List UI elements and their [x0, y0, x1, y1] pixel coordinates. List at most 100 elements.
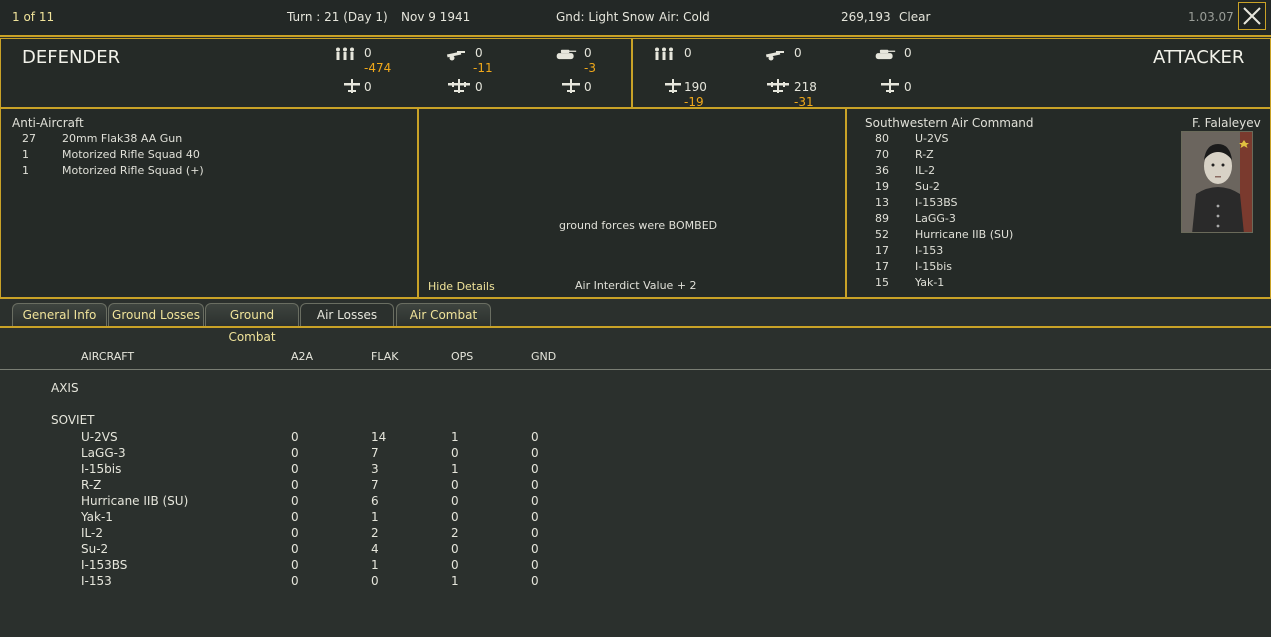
- defender-tanks-loss: -3: [584, 61, 596, 75]
- weather-label: Clear: [899, 10, 931, 24]
- bomber-icon: [448, 79, 470, 93]
- cell-name: U-2VS: [81, 430, 118, 444]
- attacker-summary-panel: 0 0 0 ATTACKER 190 -19 218 -31 0: [632, 38, 1271, 109]
- column-header-ops: OPS: [451, 350, 474, 363]
- cell-name: Yak-1: [81, 510, 113, 524]
- cell-name: R-Z: [81, 478, 102, 492]
- section-soviet: SOVIET: [51, 413, 95, 427]
- cell-a2a: 0: [291, 526, 299, 540]
- tab-ground-losses[interactable]: Ground Losses: [108, 303, 204, 326]
- cell-a2a: 0: [291, 510, 299, 524]
- table-row[interactable]: LaGG-3 0 7 0 0: [0, 446, 1271, 462]
- tab-divider: [0, 326, 1271, 328]
- attacker-fighters: 190: [684, 80, 707, 94]
- unit-count: 17: [875, 244, 889, 257]
- unit-count: 70: [875, 148, 889, 161]
- unit-name: U-2VS: [915, 132, 949, 145]
- tab-ground-combat[interactable]: Ground Combat: [205, 303, 299, 344]
- table-row[interactable]: I-15bis 0 3 1 0: [0, 462, 1271, 478]
- cell-a2a: 0: [291, 462, 299, 476]
- cell-ops: 0: [451, 446, 459, 460]
- version-label: 1.03.07: [1188, 10, 1234, 24]
- tank-icon: [875, 49, 896, 60]
- cell-gnd: 0: [531, 494, 539, 508]
- cell-gnd: 0: [531, 446, 539, 460]
- cell-ops: 0: [451, 558, 459, 572]
- unit-name: Su-2: [915, 180, 940, 193]
- column-header-gnd: GND: [531, 350, 557, 363]
- column-header-aircraft: AIRCRAFT: [81, 350, 135, 363]
- unit-name: Motorized Rifle Squad 40: [62, 148, 200, 161]
- attacker-title: ATTACKER: [1153, 47, 1245, 68]
- tab-air-combat[interactable]: Air Combat: [396, 303, 491, 326]
- table-row[interactable]: IL-2 0 2 2 0: [0, 526, 1271, 542]
- attacker-fighters-loss: -19: [684, 95, 704, 109]
- air-condition: Air: Cold: [659, 10, 710, 24]
- ground-condition: Gnd: Light Snow: [556, 10, 655, 24]
- header-divider: [0, 369, 1271, 370]
- unit-count: 15: [875, 276, 889, 289]
- cell-ops: 0: [451, 510, 459, 524]
- unit-count: 19: [875, 180, 889, 193]
- attacker-bombers-loss: -31: [794, 95, 814, 109]
- attacker-men: 0: [684, 46, 692, 60]
- column-header-a2a: A2A: [291, 350, 314, 363]
- cell-ops: 2: [451, 526, 459, 540]
- table-row[interactable]: R-Z 0 7 0 0: [0, 478, 1271, 494]
- table-row[interactable]: U-2VS 0 14 1 0: [0, 430, 1271, 446]
- unit-name: LaGG-3: [915, 212, 956, 225]
- table-row[interactable]: Yak-1 0 1 0 0: [0, 510, 1271, 526]
- tab-general-info[interactable]: General Info: [12, 303, 107, 326]
- table-row[interactable]: Su-2 0 4 0 0: [0, 542, 1271, 558]
- cell-a2a: 0: [291, 574, 299, 588]
- cell-ops: 1: [451, 574, 459, 588]
- cell-flak: 7: [371, 478, 379, 492]
- combat-message-panel: ground forces were BOMBED Hide Details A…: [418, 108, 846, 298]
- unit-count: 13: [875, 196, 889, 209]
- plane-icon: [881, 79, 899, 93]
- infantry-icon: [655, 47, 673, 60]
- hide-details-button[interactable]: Hide Details: [428, 280, 495, 293]
- infantry-icon: [336, 47, 354, 60]
- cell-flak: 1: [371, 558, 379, 572]
- table-row[interactable]: I-153 0 0 1 0: [0, 574, 1271, 590]
- table-row[interactable]: I-153BS 0 1 0 0: [0, 558, 1271, 574]
- unit-name: IL-2: [915, 164, 936, 177]
- attacker-tanks: 0: [904, 46, 912, 60]
- defender-units-panel: Anti-Aircraft 27 20mm Flak38 AA Gun 1 Mo…: [0, 108, 418, 298]
- cell-a2a: 0: [291, 478, 299, 492]
- defender-tanks: 0: [584, 46, 592, 60]
- cell-ops: 0: [451, 494, 459, 508]
- close-icon: [1243, 7, 1261, 25]
- cell-ops: 1: [451, 430, 459, 444]
- cell-a2a: 0: [291, 558, 299, 572]
- column-header-flak: FLAK: [371, 350, 399, 363]
- turn-label: Turn : 21 (Day 1): [287, 10, 388, 24]
- cell-flak: 0: [371, 574, 379, 588]
- table-row[interactable]: Hurricane IIB (SU) 0 6 0 0: [0, 494, 1271, 510]
- cell-flak: 6: [371, 494, 379, 508]
- unit-name: I-153BS: [915, 196, 958, 209]
- divider: [0, 297, 1271, 299]
- defender-summary-panel: DEFENDER 0 -474 0 -11 0 -3 0 0 0: [0, 38, 632, 108]
- cell-flak: 7: [371, 446, 379, 460]
- cell-flak: 4: [371, 542, 379, 556]
- date-label: Nov 9 1941: [401, 10, 471, 24]
- tank-icon: [556, 49, 577, 60]
- battle-counter: 1 of 11: [12, 10, 55, 24]
- close-button[interactable]: [1238, 2, 1266, 30]
- cell-flak: 1: [371, 510, 379, 524]
- cell-name: I-153: [81, 574, 112, 588]
- unit-count: 36: [875, 164, 889, 177]
- bomber-icon: [767, 79, 789, 93]
- unit-count: 1: [22, 164, 29, 177]
- defender-bombers: 0: [475, 80, 483, 94]
- unit-count: 1: [22, 148, 29, 161]
- cell-flak: 2: [371, 526, 379, 540]
- attacker-units-header: Southwestern Air Command: [865, 116, 1034, 130]
- defender-units-header: Anti-Aircraft: [12, 116, 84, 130]
- cell-gnd: 0: [531, 510, 539, 524]
- gun-icon: [765, 51, 784, 61]
- tab-air-losses[interactable]: Air Losses: [300, 303, 394, 326]
- unit-count: 89: [875, 212, 889, 225]
